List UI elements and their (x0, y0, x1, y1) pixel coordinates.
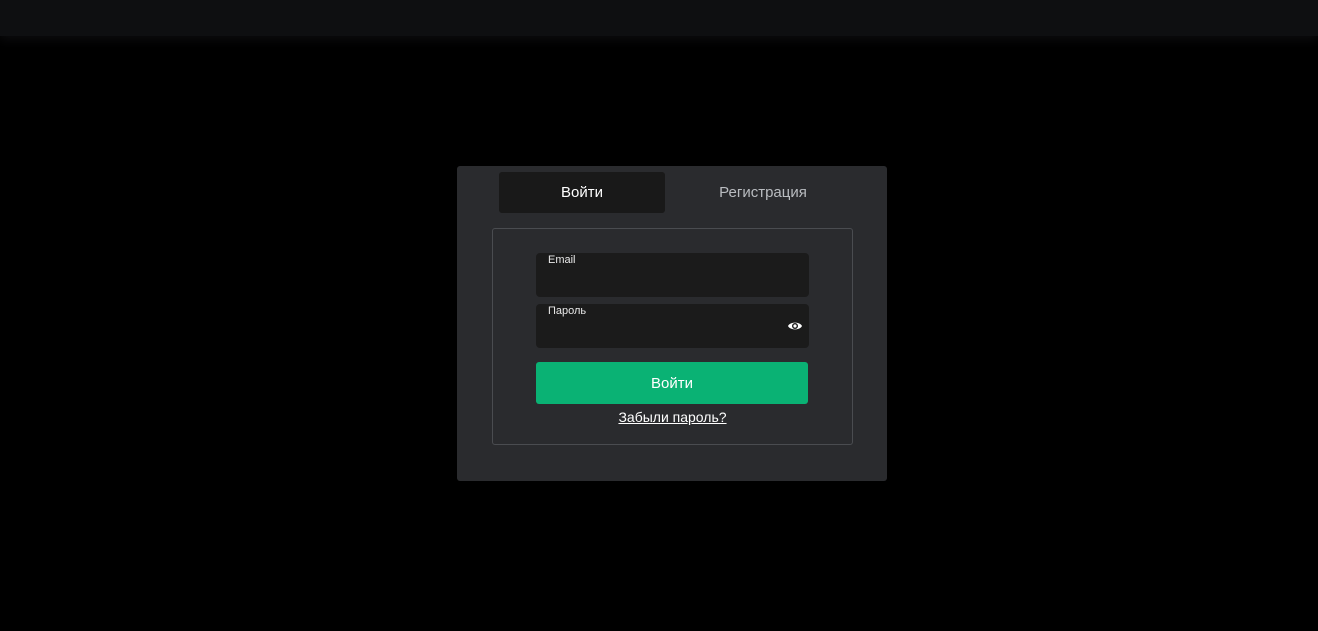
login-submit-button[interactable]: Войти (536, 362, 808, 404)
forgot-password-label: Забыли пароль? (618, 409, 727, 425)
tab-register-label: Регистрация (719, 184, 807, 201)
tab-login[interactable]: Войти (499, 172, 665, 213)
email-field[interactable] (548, 271, 778, 293)
top-bar (0, 0, 1318, 36)
eye-icon[interactable] (787, 319, 803, 333)
tab-register[interactable]: Регистрация (680, 172, 846, 213)
auth-modal: Войти Регистрация Email Пароль Войти Заб… (457, 166, 887, 481)
password-field[interactable] (548, 322, 778, 344)
eye-icon-graphic (788, 322, 802, 330)
password-field-container: Пароль (536, 304, 809, 348)
password-field-label: Пароль (548, 305, 587, 317)
login-form: Email Пароль Войти Забыли пароль? (492, 228, 853, 445)
email-field-container: Email (536, 253, 809, 297)
auth-tabs: Войти Регистрация (499, 172, 845, 214)
email-field-label: Email (548, 254, 576, 266)
tab-login-label: Войти (561, 184, 603, 201)
forgot-password-link[interactable]: Забыли пароль? (493, 409, 852, 425)
